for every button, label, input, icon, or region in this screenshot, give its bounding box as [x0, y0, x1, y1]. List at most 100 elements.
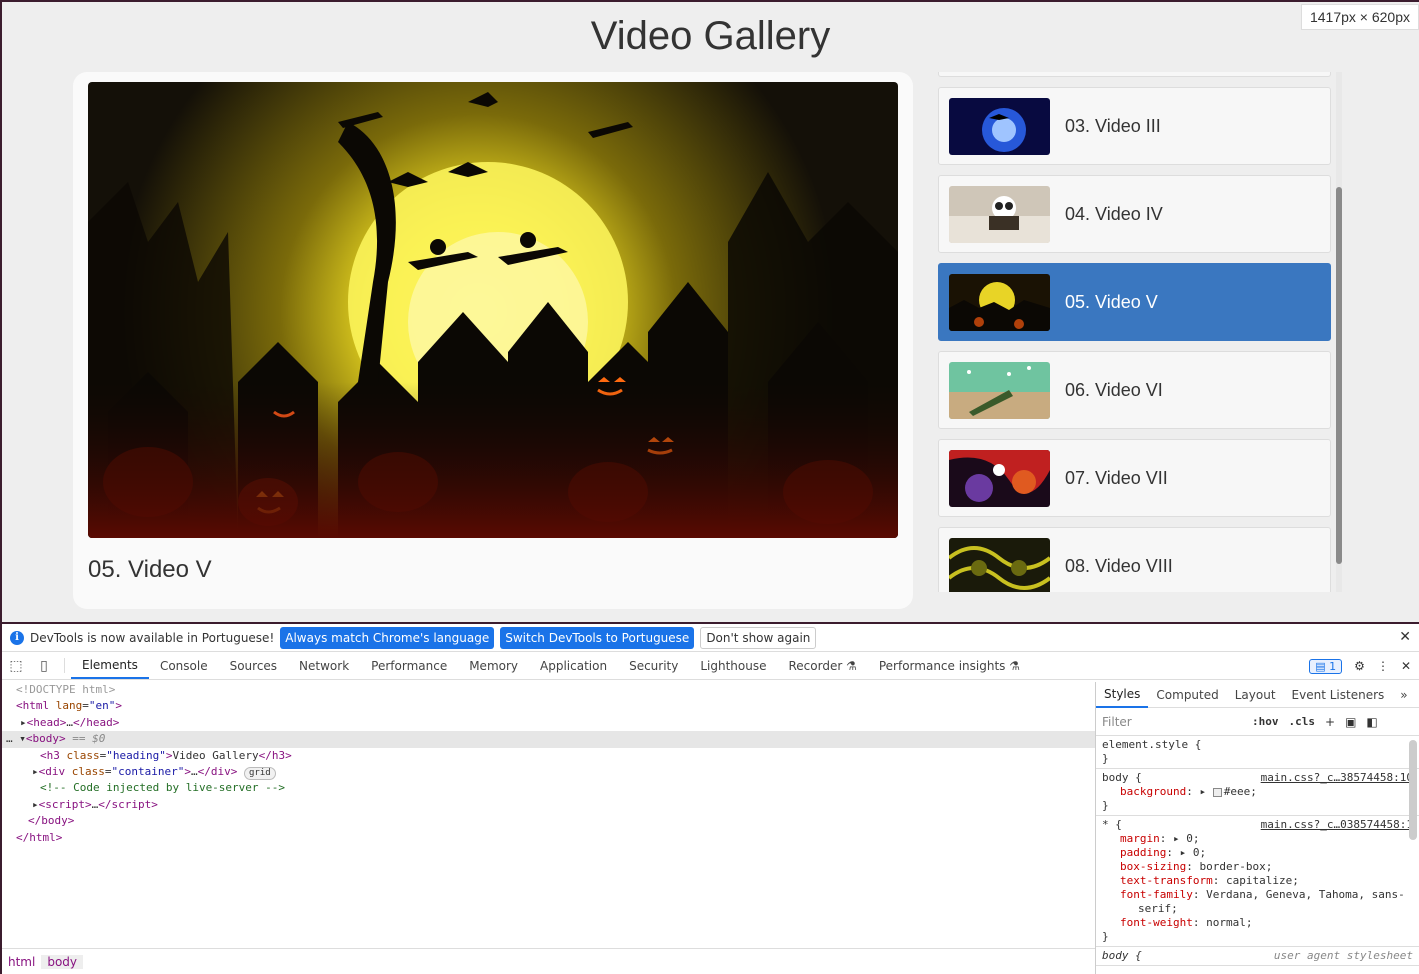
css-property[interactable]: margin	[1120, 832, 1160, 845]
device-toolbar-icon[interactable]: ▯	[30, 652, 58, 679]
css-value[interactable]: ▸ 0;	[1173, 832, 1200, 845]
user-agent-rule[interactable]: body {user agent stylesheet	[1096, 947, 1419, 966]
css-value[interactable]: normal;	[1206, 916, 1252, 929]
close-devtools-icon[interactable]: ✕	[1401, 659, 1411, 673]
universal-rule[interactable]: * {main.css?_c…038574458:1 margin: ▸ 0; …	[1096, 816, 1419, 947]
tag-name: body	[32, 732, 60, 746]
playlist-scrollbar[interactable]	[1336, 72, 1342, 592]
html-close-line[interactable]: </html>	[2, 830, 1095, 846]
comment-line[interactable]: <!-- Code injected by live-server -->	[2, 780, 1095, 796]
css-value[interactable]: capitalize;	[1226, 874, 1299, 887]
div-container-line[interactable]: ▸<div class="container">…</div> grid	[2, 764, 1095, 780]
always-match-language-button[interactable]: Always match Chrome's language	[280, 626, 495, 649]
tag-name: html	[22, 699, 50, 713]
playlist-item-label: 07. Video VII	[1065, 467, 1168, 488]
paint-icon[interactable]: ▣	[1345, 715, 1356, 729]
tab-sources[interactable]: Sources	[219, 652, 288, 679]
body-rule[interactable]: body {main.css?_c…38574458:10 background…	[1096, 769, 1419, 816]
breadcrumb-body[interactable]: body	[41, 954, 84, 969]
breadcrumb-html[interactable]: html	[2, 955, 41, 969]
attr-name: lang	[55, 699, 83, 713]
cls-toggle[interactable]: .cls	[1289, 715, 1316, 728]
css-property[interactable]: background	[1120, 785, 1186, 798]
expand-triangle-icon[interactable]: ▸	[20, 716, 27, 729]
expand-triangle-icon[interactable]: ▸	[32, 765, 39, 778]
css-value[interactable]: border-box;	[1199, 860, 1272, 873]
dont-show-again-button[interactable]: Don't show again	[700, 626, 817, 649]
hov-toggle[interactable]: :hov	[1252, 715, 1279, 728]
css-value[interactable]: ▸ 0;	[1180, 846, 1207, 859]
tab-computed[interactable]: Computed	[1148, 682, 1226, 708]
styles-scrollbar[interactable]	[1409, 740, 1417, 840]
attr-name: class	[66, 748, 100, 762]
css-value[interactable]: Verdana, Geneva, Tahoma, sans-	[1206, 888, 1405, 901]
body-line-selected[interactable]: … ▾<body> == $0	[2, 731, 1095, 748]
script-line[interactable]: ▸<script>…</script>	[2, 797, 1095, 813]
tab-lighthouse[interactable]: Lighthouse	[689, 652, 777, 679]
tab-recorder[interactable]: Recorder ⚗	[778, 652, 868, 679]
expand-triangle-icon[interactable]: ▸	[32, 798, 39, 811]
collapsed-ellipsis: …	[190, 764, 198, 778]
tab-memory[interactable]: Memory	[458, 652, 529, 679]
video-player[interactable]	[88, 82, 898, 538]
playlist-item-label: 05. Video V	[1065, 291, 1158, 312]
message-icon: ▤	[1315, 659, 1330, 673]
head-line[interactable]: ▸<head>…</head>	[2, 715, 1095, 731]
tab-elements[interactable]: Elements	[71, 652, 149, 679]
playlist-item-5-active[interactable]: 05. Video V	[938, 263, 1331, 341]
element-style-rule[interactable]: element.style { }	[1096, 736, 1419, 769]
switch-to-portuguese-button[interactable]: Switch DevTools to Portuguese	[500, 626, 695, 649]
video-playlist[interactable]: 03. Video III 04. Video IV 05. Video V 0…	[928, 72, 1350, 592]
playlist-item-3[interactable]: 03. Video III	[938, 87, 1331, 165]
more-tabs-icon[interactable]: »	[1392, 682, 1415, 708]
styles-sidebar: Styles Computed Layout Event Listeners »…	[1095, 682, 1419, 974]
settings-gear-icon[interactable]: ⚙	[1354, 659, 1365, 673]
rule-close: }	[1102, 752, 1109, 765]
html-open-line[interactable]: <html lang="en">	[2, 698, 1095, 714]
issues-badge[interactable]: ▤ 1	[1309, 658, 1343, 674]
thumbnail	[949, 449, 1050, 507]
more-options-icon[interactable]: ⋮	[1377, 659, 1389, 673]
playlist-item-6[interactable]: 06. Video VI	[938, 351, 1331, 429]
css-property[interactable]: font-family	[1120, 888, 1193, 901]
playlist-item-8[interactable]: 08. Video VIII	[938, 527, 1331, 592]
tab-security[interactable]: Security	[618, 652, 689, 679]
tab-performance[interactable]: Performance	[360, 652, 458, 679]
h3-line[interactable]: <h3 class="heading">Video Gallery</h3>	[2, 748, 1095, 764]
rule-source-link[interactable]: main.css?_c…038574458:1	[1261, 818, 1413, 832]
selected-node-marker: == $0	[72, 732, 106, 746]
tab-network[interactable]: Network	[288, 652, 360, 679]
elements-dom-tree[interactable]: <!DOCTYPE html> <html lang="en"> ▸<head>…	[2, 682, 1095, 948]
inspect-element-icon[interactable]: ⬚	[2, 652, 30, 679]
grid-badge[interactable]: grid	[243, 766, 276, 780]
body-close-line[interactable]: </body>	[2, 813, 1095, 829]
toggle-sidebar-icon[interactable]: ◧	[1366, 715, 1377, 729]
attr-name: class	[71, 764, 105, 778]
rule-source-link[interactable]: main.css?_c…38574458:10	[1261, 771, 1413, 785]
playlist-scrollbar-thumb[interactable]	[1336, 187, 1342, 564]
thumbnail	[949, 537, 1050, 592]
playlist-item-label: 04. Video IV	[1065, 203, 1163, 224]
attr-value: "en"	[88, 699, 116, 713]
doctype-line[interactable]: <!DOCTYPE html>	[2, 682, 1095, 698]
add-rule-icon[interactable]: +	[1325, 715, 1335, 729]
css-property[interactable]: text-transform	[1120, 874, 1213, 887]
css-property[interactable]: padding	[1120, 846, 1166, 859]
color-swatch[interactable]	[1212, 787, 1222, 797]
tab-performance-insights[interactable]: Performance insights ⚗	[868, 652, 1031, 679]
tab-styles[interactable]: Styles	[1096, 682, 1149, 708]
css-property[interactable]: font-weight	[1120, 916, 1193, 929]
close-icon[interactable]: ✕	[1399, 629, 1411, 645]
devtools-panel: i DevTools is now available in Portugues…	[2, 624, 1419, 974]
playlist-item-7[interactable]: 07. Video VII	[938, 439, 1331, 517]
css-value[interactable]: #eee;	[1224, 785, 1257, 798]
css-property[interactable]: box-sizing	[1120, 860, 1186, 873]
tab-event-listeners[interactable]: Event Listeners	[1284, 682, 1393, 708]
tab-layout[interactable]: Layout	[1227, 682, 1284, 708]
collapse-triangle-icon[interactable]: ▾	[19, 732, 26, 745]
tab-application[interactable]: Application	[529, 652, 618, 679]
playlist-item-4[interactable]: 04. Video IV	[938, 175, 1331, 253]
styles-filter-input[interactable]: Filter	[1102, 715, 1242, 729]
list-item-partial[interactable]	[938, 72, 1331, 77]
tab-console[interactable]: Console	[149, 652, 219, 679]
